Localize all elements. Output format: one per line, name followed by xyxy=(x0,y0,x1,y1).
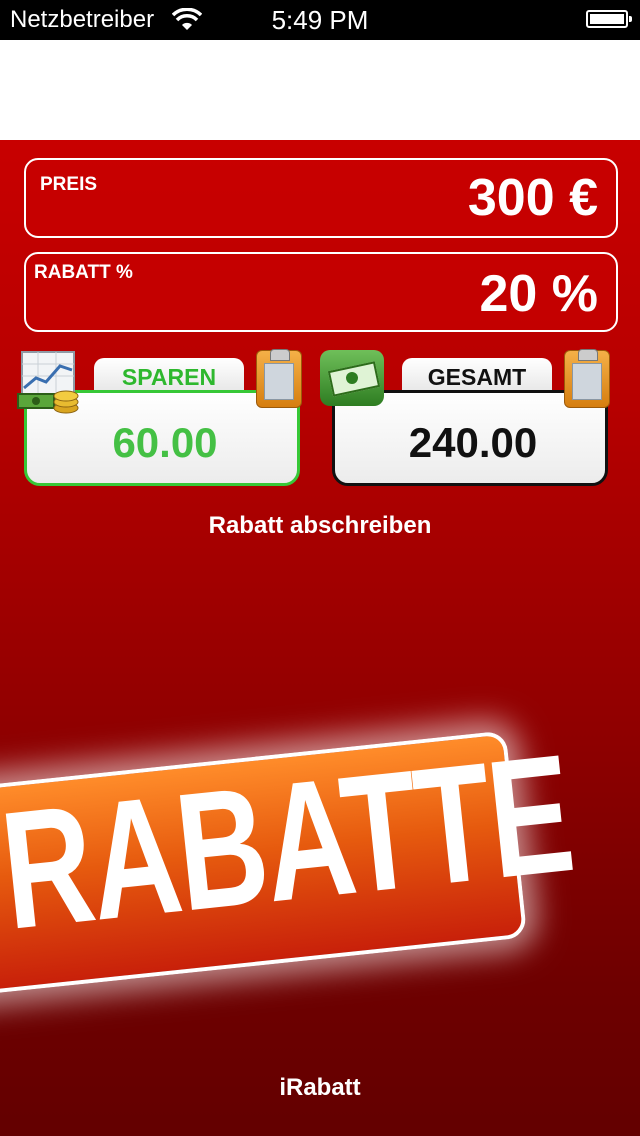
battery-icon xyxy=(586,10,632,28)
navigation-bar xyxy=(0,40,640,140)
savings-card: SPAREN 60.00 xyxy=(17,349,302,490)
status-time: 5:49 PM xyxy=(271,5,369,35)
main-view: PREIS 300 € RABATT % 20 % SPAREN 60.00 G… xyxy=(0,140,640,1136)
discount-value: 20 % xyxy=(479,265,598,323)
app-name: iRabatt xyxy=(279,1074,361,1101)
discount-label: RABATT % xyxy=(34,262,133,283)
total-copy-button[interactable] xyxy=(564,349,610,408)
chart-coins-icon xyxy=(17,351,79,414)
total-value: 240.00 xyxy=(408,419,538,466)
total-label: GESAMT xyxy=(402,358,552,394)
write-off-discount-button[interactable]: Rabatt abschreiben xyxy=(0,512,640,540)
clipboard-icon xyxy=(578,349,598,361)
rabatte-banner: RABATTE xyxy=(0,720,579,998)
price-field[interactable]: PREIS 300 € xyxy=(24,158,618,238)
discount-field[interactable]: RABATT % 20 % xyxy=(24,252,618,332)
clipboard-icon xyxy=(270,349,290,361)
savings-copy-button[interactable] xyxy=(256,349,302,408)
savings-value: 60.00 xyxy=(112,419,218,466)
total-card: GESAMT 240.00 xyxy=(320,349,610,490)
banner-text: RABATTE xyxy=(0,720,580,966)
status-bar: Netzbetreiber 5:49 PM xyxy=(0,0,640,40)
savings-label: SPAREN xyxy=(94,358,244,394)
price-value: 300 € xyxy=(467,169,598,227)
money-icon xyxy=(320,350,384,406)
price-label: PREIS xyxy=(40,174,98,195)
